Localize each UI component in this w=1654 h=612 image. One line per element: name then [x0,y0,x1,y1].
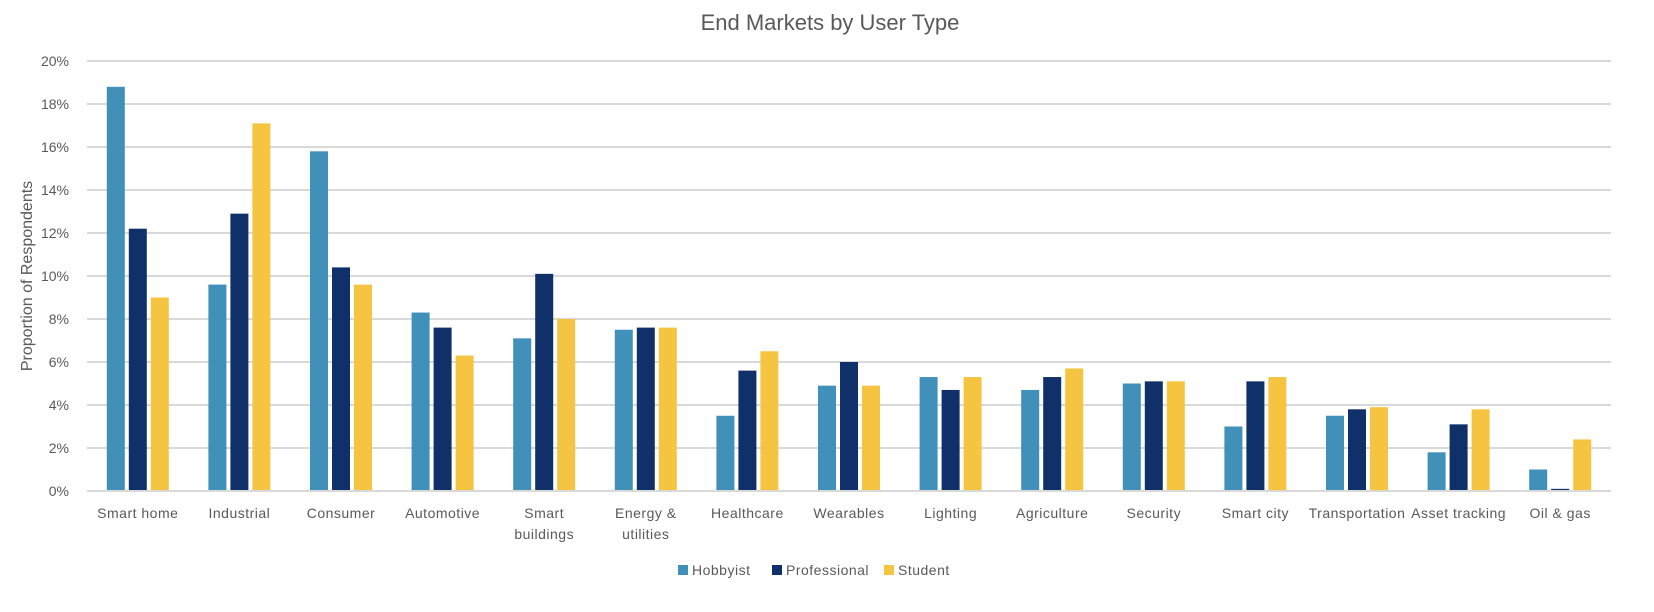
x-category-label: Healthcare [711,505,784,521]
bar-professional [1348,409,1366,490]
bar-hobbyist [1326,415,1344,490]
bar-student [252,123,271,490]
bar-student [557,319,576,490]
bar-hobbyist [513,338,532,490]
x-category-label: Security [1127,505,1182,521]
bar-chart: End Markets by User Type Proportion of R… [19,10,1611,578]
bar-student [1268,377,1287,490]
bar-hobbyist [411,312,430,490]
legend: Hobbyist Professional Student [678,562,950,578]
bar-professional [636,327,655,490]
x-category-label: Asset tracking [1411,505,1506,521]
legend-label-student: Student [898,562,950,578]
bar-student [963,377,982,490]
y-tick-label: 12% [41,225,69,241]
bar-professional [941,389,960,490]
bar-professional [1246,381,1265,490]
legend-label-hobbyist: Hobbyist [692,562,750,578]
bar-professional [128,228,147,490]
bar-hobbyist [106,86,125,491]
y-tick-label: 10% [41,268,69,284]
x-category-label: Smart city [1222,505,1289,521]
y-tick-label: 16% [41,139,69,155]
x-axis-categories: Smart home Industrial Consumer Automotive Sm… [97,505,1591,542]
x-category-label: Consumer [307,505,376,521]
y-tick-label: 14% [41,182,69,198]
x-category-label: Agriculture [1016,505,1088,521]
bar-professional [1043,377,1062,490]
bar-professional [738,370,757,490]
bar-professional [1449,424,1468,490]
legend-label-professional: Professional [786,562,869,578]
bar-professional [230,213,249,490]
bar-professional [1551,488,1570,490]
bar-student [1065,368,1084,490]
bar-hobbyist [1224,426,1243,490]
bar-hobbyist [1122,383,1141,490]
x-category-label: Oil & gas [1530,505,1591,521]
y-tick-label: 6% [49,354,69,370]
x-category-label: Lighting [924,505,977,521]
x-category-label: Industrial [208,505,270,521]
bar-hobbyist [1021,389,1040,490]
y-axis-title: Proportion of Respondents [19,181,36,371]
x-category-label: Automotive [405,505,480,521]
bar-student [1166,381,1185,490]
x-category-label: Wearables [813,505,884,521]
y-tick-label: 0% [49,483,69,499]
bar-hobbyist [919,377,938,490]
y-tick-label: 2% [49,440,69,456]
x-category-label: Smart [524,505,564,521]
bar-student [862,385,880,490]
bar-professional [433,327,452,490]
bar-student [354,284,372,490]
bar-professional [840,362,858,490]
legend-swatch-student [884,565,894,575]
bar-hobbyist [614,329,633,490]
y-tick-label: 4% [49,397,69,413]
bar-student [150,297,169,490]
legend-swatch-professional [772,565,782,575]
y-tick-label: 18% [41,96,69,112]
bar-professional [1144,381,1163,490]
bar-hobbyist [1529,469,1548,490]
bar-student [1471,409,1490,490]
y-tick-label: 20% [41,53,69,69]
x-category-label: Transportation [1309,505,1406,521]
x-category-label: utilities [622,526,669,542]
x-category-label: Smart home [97,505,178,521]
bar-professional [332,267,350,490]
bar-student [658,327,677,490]
bar-hobbyist [1427,452,1446,490]
bar-student [760,351,779,490]
x-category-label: buildings [514,526,574,542]
legend-swatch-hobbyist [678,565,688,575]
bar-hobbyist [310,151,328,491]
bar-student [1573,439,1592,490]
bar-hobbyist [716,415,735,490]
bar-hobbyist [208,284,227,490]
bar-professional [535,273,554,490]
chart-title: End Markets by User Type [701,10,960,35]
x-category-label: Energy & [615,505,677,521]
y-tick-label: 8% [49,311,69,327]
y-axis-ticks: 0% 2% 4% 6% 8% 10% 12% 14% 16% 18% 20% [41,53,69,499]
bar-student [1370,407,1388,490]
bar-student [455,355,474,490]
bar-hobbyist [818,385,836,490]
